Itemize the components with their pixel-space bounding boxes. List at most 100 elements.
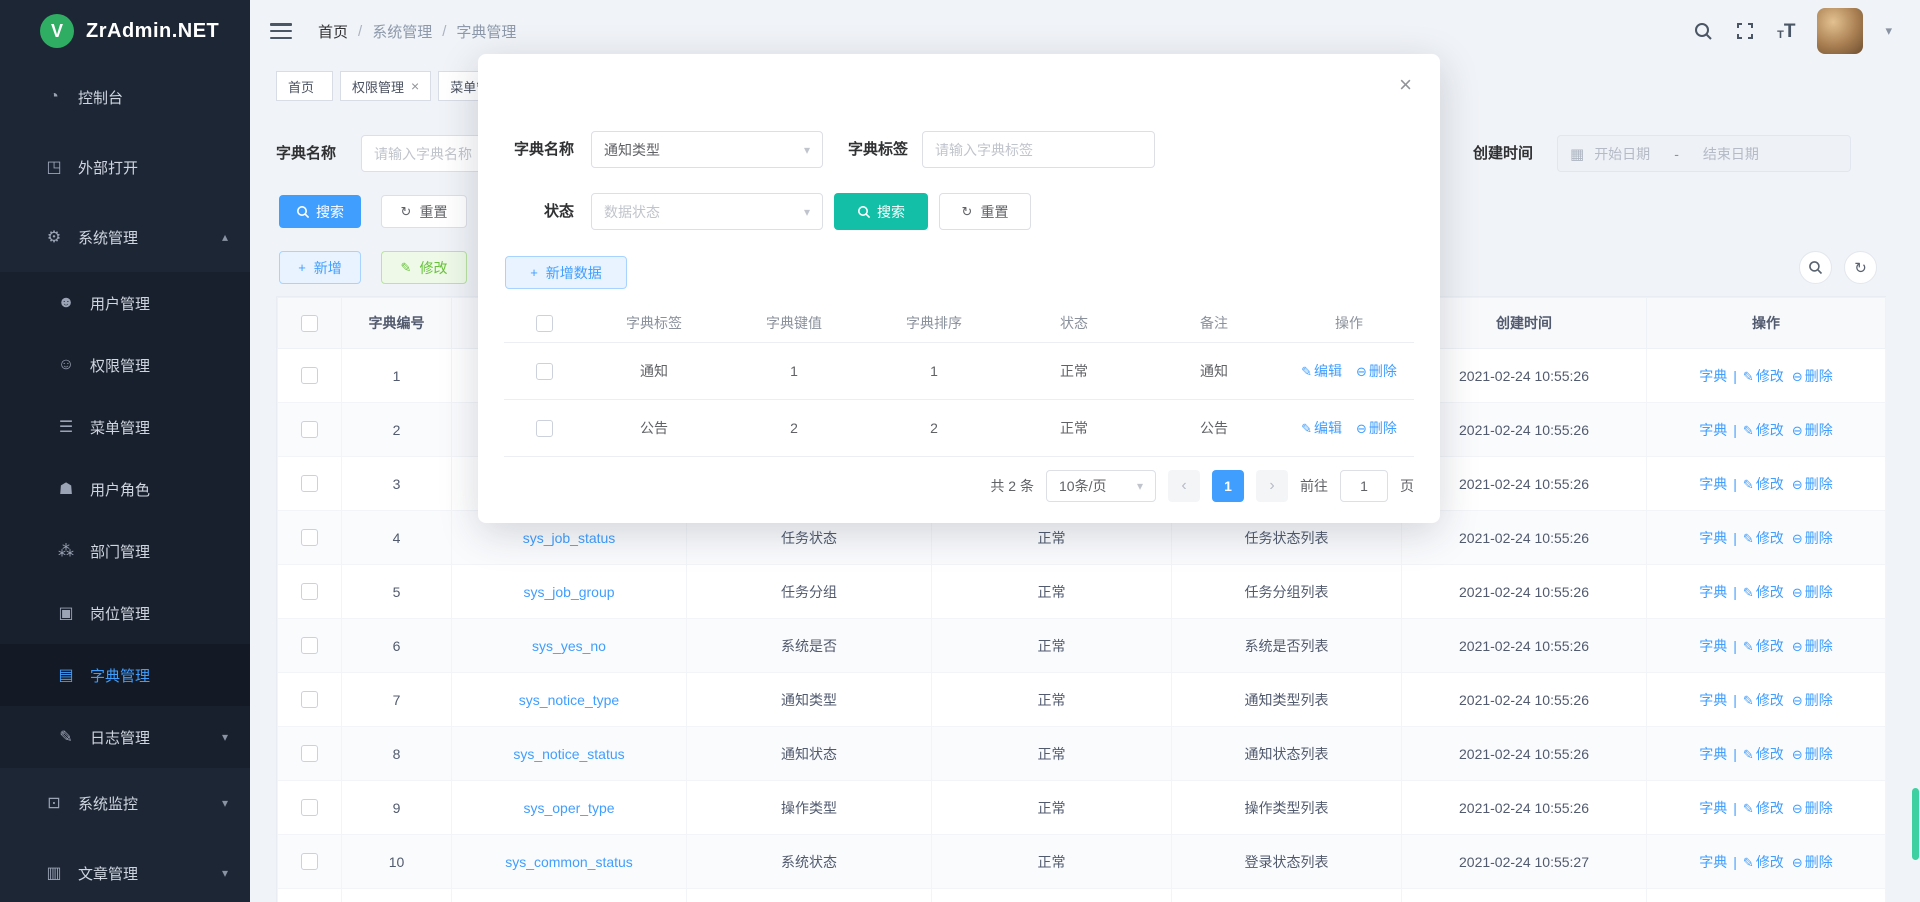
sidebar-item[interactable]: ☺ 权限管理 [0,334,250,396]
reset-button[interactable]: ↻ 重置 [381,195,467,228]
sidebar-item[interactable]: ⁂ 部门管理 [0,520,250,582]
dialog-search-button[interactable]: 搜索 [834,193,928,230]
edit-link[interactable]: ✎修改 [1743,638,1784,654]
delete-link[interactable]: ⊖删除 [1792,638,1833,654]
sidebar-item[interactable]: ▥ 文章管理 ▾ [0,838,250,902]
edit-link[interactable]: ✎修改 [1743,368,1784,384]
font-size-icon[interactable]: TT [1777,22,1795,41]
sidebar-item[interactable]: ⊡ 系统监控 ▾ [0,768,250,838]
create-time-range-picker[interactable]: ▦ 开始日期 - 结束日期 [1557,135,1851,172]
row-checkbox[interactable] [301,421,318,438]
dialog-dict-name-select[interactable]: 通知类型 ▾ [591,131,823,168]
sidebar-item[interactable]: ✎ 日志管理 ▾ [0,706,250,768]
dict-type-link[interactable]: sys_oper_type [523,800,614,816]
sidebar-item[interactable]: ☗ 用户角色 [0,458,250,520]
dict-type-link[interactable]: sys_common_status [505,854,633,870]
row-checkbox[interactable] [301,583,318,600]
dict-type-link[interactable]: sys_job_status [523,530,616,546]
dict-data-link[interactable]: 字典 [1699,476,1727,492]
dict-type-link[interactable]: sys_notice_status [513,746,624,762]
sidebar-item[interactable]: ☻ 用户管理 [0,272,250,334]
dict-data-link[interactable]: 字典 [1699,800,1727,816]
row-checkbox[interactable] [301,853,318,870]
page-goto-input[interactable] [1340,470,1388,502]
edit-link[interactable]: ✎修改 [1743,584,1784,600]
refresh-icon: ↻ [401,204,412,220]
sidebar-item[interactable]: ◔ 控制台 [0,62,250,132]
scrollbar-thumb[interactable] [1912,788,1919,860]
user-menu-caret-icon[interactable]: ▾ [1885,23,1892,39]
page-size-select[interactable]: 10条/页 ▾ [1046,470,1156,502]
hamburger-icon[interactable] [270,23,292,39]
dialog-dict-label-label: 字典标签 [840,131,908,168]
fullscreen-icon[interactable] [1735,21,1755,41]
row-checkbox[interactable] [301,691,318,708]
delete-link[interactable]: ⊖删除 [1792,476,1833,492]
tab-close-icon[interactable]: × [411,78,419,94]
edit-link[interactable]: ✎修改 [1743,530,1784,546]
delete-link[interactable]: ⊖删除 [1792,800,1833,816]
dict-data-link[interactable]: 字典 [1699,692,1727,708]
dict-data-link[interactable]: 字典 [1699,422,1727,438]
delete-link[interactable]: ⊖删除 [1792,584,1833,600]
sidebar-item[interactable]: ⚙ 系统管理 ▴ [0,202,250,272]
edit-link[interactable]: ✎编辑 [1301,363,1342,379]
dict-data-link[interactable]: 字典 [1699,584,1727,600]
delete-link[interactable]: ⊖删除 [1792,368,1833,384]
sidebar-item[interactable]: ▤ 字典管理 [0,644,250,706]
dialog-dict-label-input[interactable] [922,131,1155,168]
search-icon[interactable] [1693,21,1713,41]
delete-link[interactable]: ⊖删除 [1356,363,1397,379]
delete-link[interactable]: ⊖删除 [1792,746,1833,762]
select-all-checkbox[interactable] [301,315,318,332]
table-refresh-button[interactable]: ↻ [1844,251,1877,284]
dialog-status-select[interactable]: 数据状态 ▾ [591,193,823,230]
dict-data-link[interactable]: 字典 [1699,368,1727,384]
row-checkbox[interactable] [301,475,318,492]
view-tab[interactable]: 权限管理 × [340,71,431,101]
delete-link[interactable]: ⊖删除 [1792,422,1833,438]
row-checkbox[interactable] [301,637,318,654]
row-checkbox[interactable] [301,367,318,384]
table-search-toggle-button[interactable] [1799,251,1832,284]
edit-link[interactable]: ✎修改 [1743,854,1784,870]
next-page-button[interactable]: › [1256,470,1288,502]
edit-link[interactable]: ✎修改 [1743,692,1784,708]
delete-link[interactable]: ⊖删除 [1792,530,1833,546]
dict-data-link[interactable]: 字典 [1699,854,1727,870]
search-button[interactable]: 搜索 [279,195,361,228]
delete-link[interactable]: ⊖删除 [1356,420,1397,436]
add-button[interactable]: + 新增 [279,251,361,284]
edit-link[interactable]: ✎修改 [1743,746,1784,762]
page-number-button[interactable]: 1 [1212,470,1244,502]
dict-data-link[interactable]: 字典 [1699,746,1727,762]
prev-page-button[interactable]: ‹ [1168,470,1200,502]
sidebar-item[interactable]: ◳ 外部打开 [0,132,250,202]
row-checkbox[interactable] [301,799,318,816]
sidebar-item[interactable]: ▣ 岗位管理 [0,582,250,644]
user-avatar[interactable] [1817,8,1863,54]
delete-link[interactable]: ⊖删除 [1792,692,1833,708]
dialog-close-icon[interactable]: × [1399,74,1412,96]
dict-type-link[interactable]: sys_job_group [523,584,614,600]
edit-button[interactable]: ✎ 修改 [381,251,467,284]
select-all-checkbox[interactable] [536,315,553,332]
dialog-add-data-button[interactable]: + 新增数据 [505,256,627,289]
row-checkbox[interactable] [301,529,318,546]
dict-type-link[interactable]: sys_notice_type [519,692,619,708]
dict-type-link[interactable]: sys_yes_no [532,638,606,654]
view-tab[interactable]: 首页 [276,71,333,101]
delete-link[interactable]: ⊖删除 [1792,854,1833,870]
dialog-reset-button[interactable]: ↻ 重置 [939,193,1031,230]
sidebar-item[interactable]: ☰ 菜单管理 [0,396,250,458]
row-checkbox[interactable] [301,745,318,762]
dict-data-link[interactable]: 字典 [1699,638,1727,654]
edit-link[interactable]: ✎修改 [1743,422,1784,438]
row-checkbox[interactable] [536,363,553,380]
row-checkbox[interactable] [536,420,553,437]
edit-link[interactable]: ✎修改 [1743,800,1784,816]
dict-data-link[interactable]: 字典 [1699,530,1727,546]
breadcrumb-item[interactable]: 首页 [318,21,348,42]
edit-link[interactable]: ✎编辑 [1301,420,1342,436]
edit-link[interactable]: ✎修改 [1743,476,1784,492]
